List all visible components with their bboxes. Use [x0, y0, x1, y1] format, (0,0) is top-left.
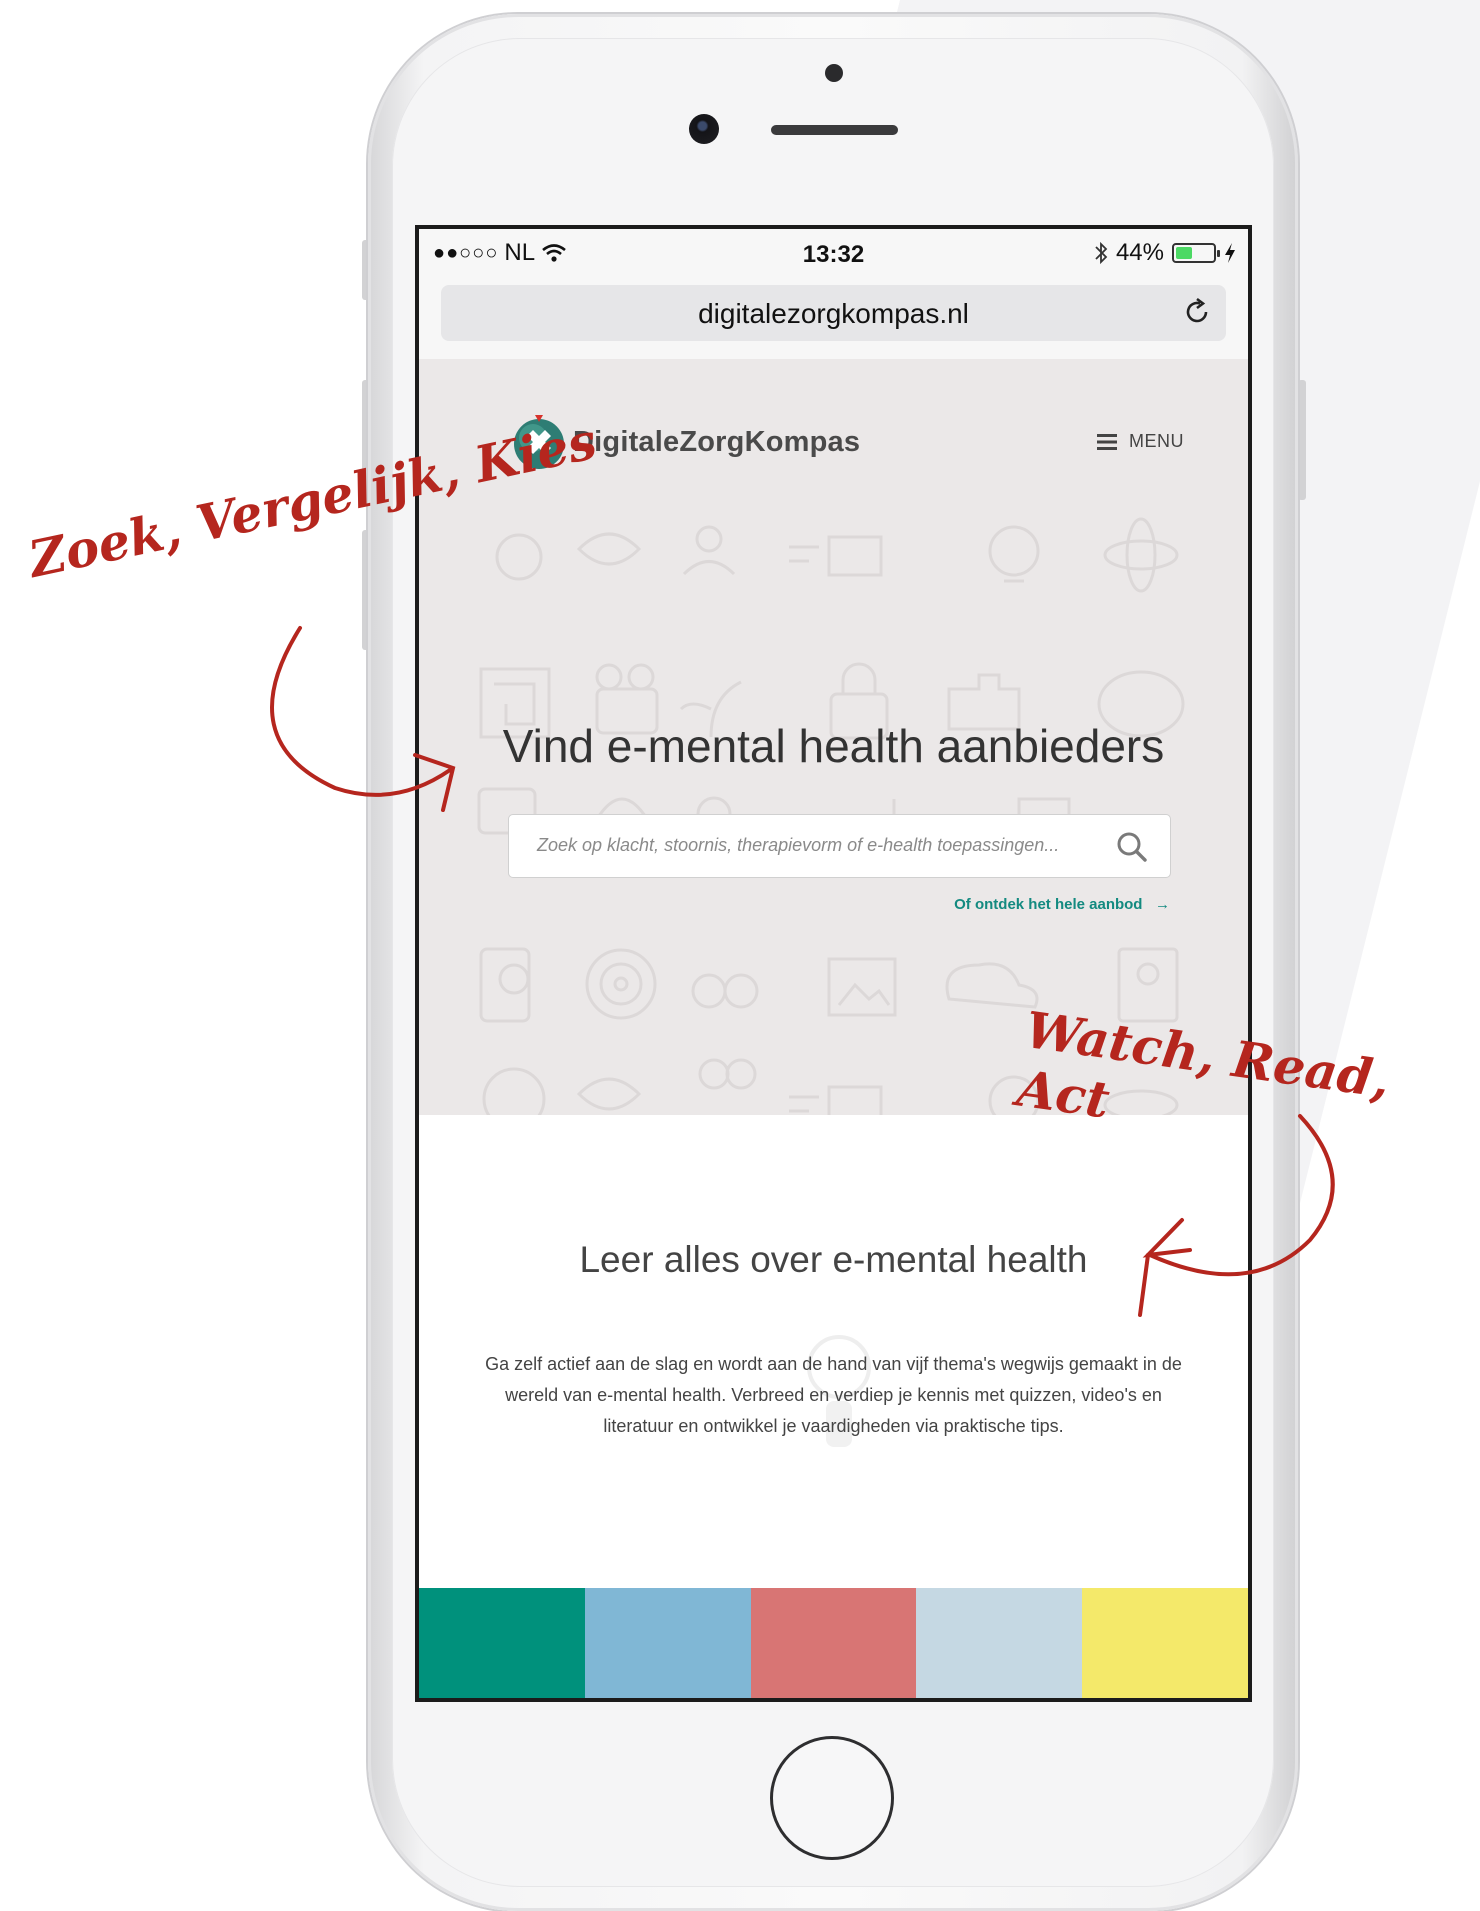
- hero-title: Vind e-mental health aanbieders: [502, 720, 1165, 772]
- bluetooth-icon: [1095, 241, 1108, 265]
- address-bar[interactable]: digitalezorgkompas.nl: [441, 285, 1226, 341]
- front-camera: [689, 114, 719, 144]
- status-bar: ●●○○○ NL 13:32 44%: [419, 229, 1248, 279]
- arrow-right-icon: →: [1146, 896, 1170, 913]
- theme-stripe-5[interactable]: [1082, 1588, 1248, 1698]
- phone-power-button: [1298, 380, 1306, 500]
- theme-stripe-3[interactable]: [750, 1588, 917, 1698]
- status-right: 44%: [1094, 239, 1236, 267]
- curved-arrow-left-icon: [270, 626, 456, 812]
- discover-link-text: Of ontdek het hele aanbod: [954, 896, 1143, 913]
- earpiece-speaker: [771, 125, 898, 135]
- search-placeholder: Zoek op klacht, stoornis, therapievorm o…: [537, 835, 1060, 855]
- proximity-sensor: [825, 64, 843, 82]
- url-text: digitalezorgkompas.nl: [698, 298, 969, 329]
- theme-stripe-2[interactable]: [584, 1588, 751, 1698]
- menu-button[interactable]: MENU: [1097, 431, 1184, 452]
- battery-percent: 44%: [1115, 239, 1164, 266]
- theme-stripe-1[interactable]: [419, 1588, 585, 1698]
- curved-arrow-right-icon: [1138, 1114, 1335, 1317]
- reload-icon[interactable]: [1182, 297, 1212, 327]
- hamburger-icon: [1097, 433, 1117, 450]
- search-input[interactable]: Zoek op klacht, stoornis, therapievorm o…: [508, 814, 1171, 878]
- browser-toolbar: digitalezorgkompas.nl: [419, 279, 1248, 359]
- learn-section-body: Ga zelf actief aan de slag en wordt aan …: [485, 1354, 1182, 1436]
- menu-label: MENU: [1129, 431, 1184, 451]
- discover-all-link[interactable]: Of ontdek het hele aanbod →: [954, 896, 1170, 913]
- learn-section-title: Leer alles over e-mental health: [579, 1239, 1088, 1280]
- logo-text: DigitaleZorgKompas: [573, 425, 861, 458]
- search-icon[interactable]: [1116, 831, 1148, 863]
- charging-icon: [1225, 243, 1235, 263]
- theme-color-stripes: [419, 1588, 1248, 1698]
- theme-stripe-4[interactable]: [916, 1588, 1083, 1698]
- home-button[interactable]: [770, 1736, 894, 1860]
- battery-icon: [1172, 243, 1220, 263]
